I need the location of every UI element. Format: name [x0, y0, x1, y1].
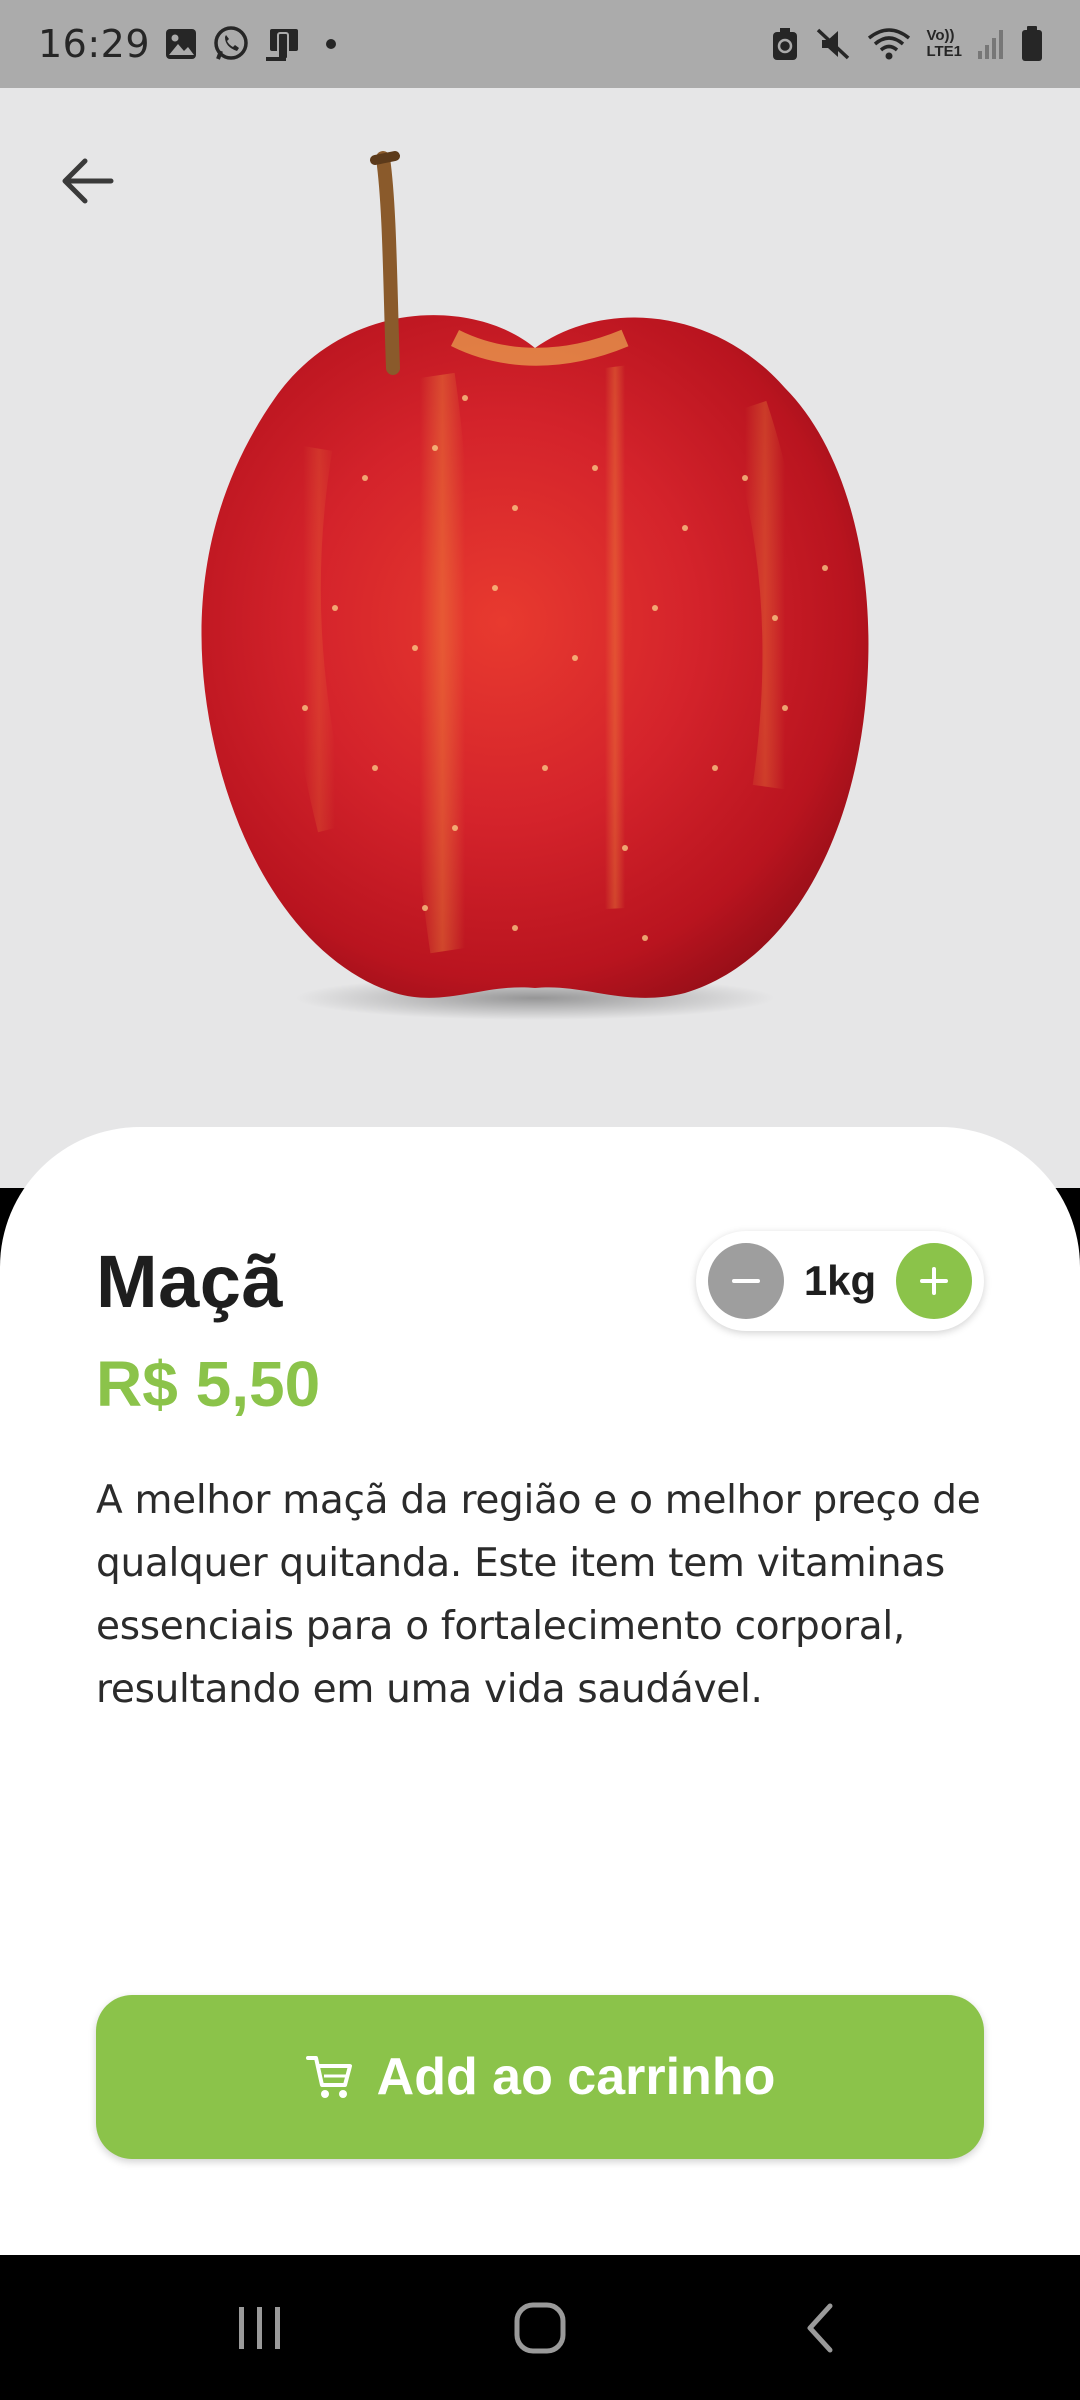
minus-icon [732, 1279, 760, 1283]
back-nav-button[interactable] [765, 2273, 875, 2383]
home-button[interactable] [485, 2273, 595, 2383]
product-card: Maçã R$ 5,50 1kg A melhor maçã da região… [0, 1127, 1080, 2255]
system-navigation-bar [0, 2255, 1080, 2400]
quantity-stepper: 1kg [696, 1231, 984, 1331]
product-price: R$ 5,50 [96, 1348, 321, 1420]
recents-button[interactable] [205, 2273, 315, 2383]
status-time: 16:29 [38, 22, 151, 66]
device-icon [266, 29, 299, 61]
increase-quantity-button[interactable] [896, 1243, 972, 1319]
product-name: Maçã [96, 1240, 284, 1323]
back-button[interactable] [50, 144, 124, 218]
battery-saver-icon [773, 28, 798, 60]
back-icon [807, 2303, 833, 2352]
plus-icon [920, 1267, 948, 1295]
status-left: 16:29 [38, 22, 337, 66]
whatsapp-icon [214, 26, 248, 60]
image-icon [166, 29, 197, 59]
status-right: Vo)) LTE1 [770, 25, 1044, 63]
add-to-cart-button[interactable]: Add ao carrinho [96, 1995, 984, 2159]
arrow-left-icon [62, 158, 114, 204]
apple-icon [201, 151, 869, 1020]
wifi-icon [868, 28, 911, 60]
volte-icon: Vo)) LTE1 [926, 27, 962, 60]
home-icon [514, 2302, 566, 2353]
decrease-quantity-button[interactable] [708, 1243, 784, 1319]
status-bar: 16:29 Vo)) LTE1 [0, 0, 1080, 88]
recents-icon [239, 2306, 280, 2349]
cart-icon [305, 2056, 352, 2098]
signal-icon [978, 30, 1003, 59]
product-description: A melhor maçã da região e o melhor preço… [96, 1478, 981, 1712]
battery-icon [1022, 26, 1042, 61]
mute-icon [817, 28, 850, 60]
product-image-area [0, 88, 1080, 1188]
quantity-value: 1kg [803, 1257, 877, 1304]
add-to-cart-label: Add ao carrinho [376, 2048, 776, 2106]
notification-dot [326, 39, 337, 49]
